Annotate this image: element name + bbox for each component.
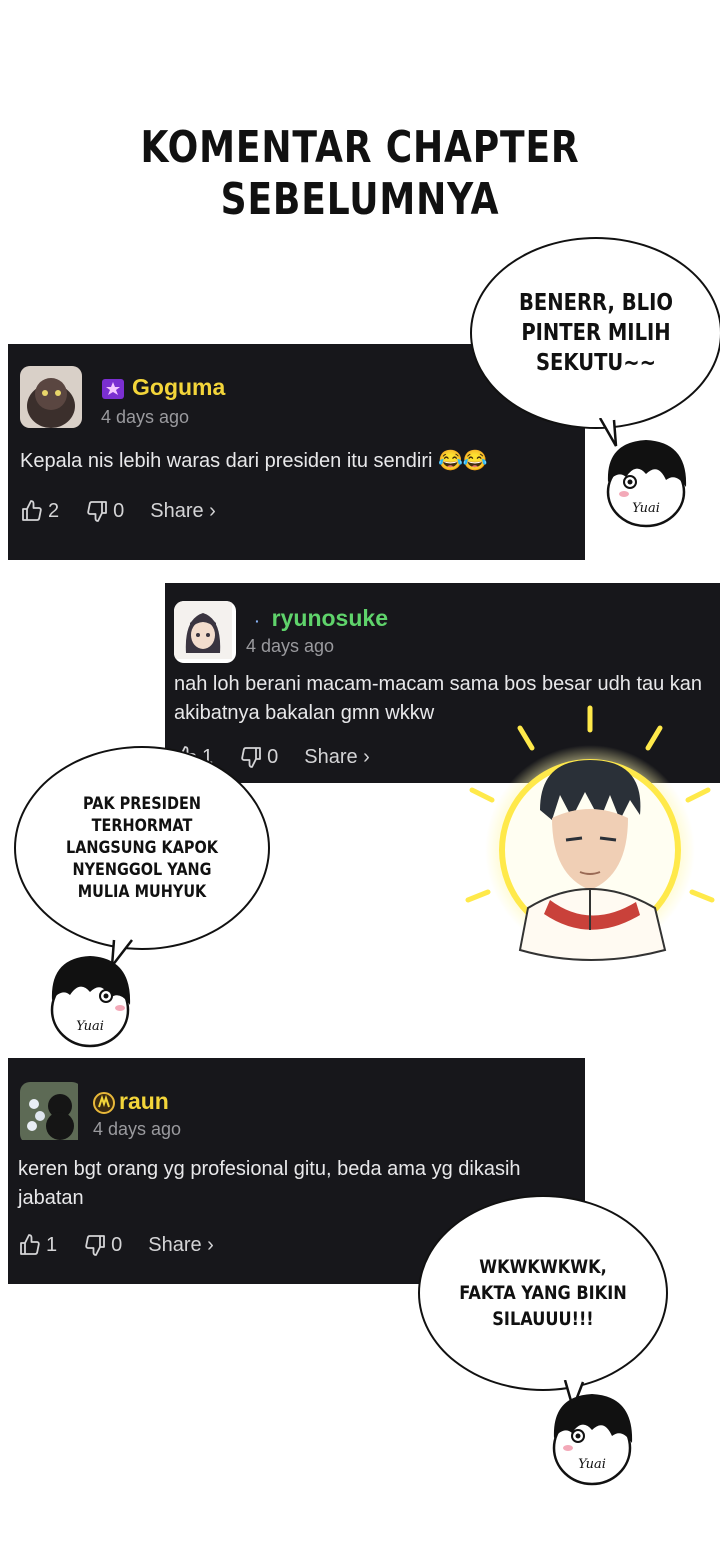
avatar-image [20, 366, 82, 428]
like-button[interactable]: 1 [18, 1233, 57, 1257]
like-count: 1 [46, 1233, 58, 1256]
user-badge-icon [102, 378, 124, 399]
comment-text: Kepala nis lebih waras dari presiden itu… [20, 450, 488, 472]
user-badge-icon [93, 1091, 115, 1114]
share-button[interactable]: Share › [148, 1234, 214, 1257]
dislike-count: 0 [267, 745, 279, 768]
username-text: raun [119, 1088, 169, 1114]
share-button[interactable]: Share › [304, 746, 370, 769]
bubble-text: WKWKWKWK, FAKTA YANG BIKIN SILAUUU!!! [459, 1256, 627, 1330]
avatar[interactable] [174, 601, 236, 663]
thumbs-down-icon [241, 747, 262, 768]
avatar-image [20, 1082, 78, 1140]
bubble-text: BENERR, BLIO PINTER MILIH SEKUTU~~ [519, 290, 673, 376]
dot-icon: · [255, 613, 260, 629]
username[interactable]: · ryunosuke [255, 605, 388, 632]
mascot-2: Yuai [50, 956, 131, 1048]
title-line-1: KOMENTAR CHAPTER [140, 122, 580, 173]
title-line-2: SEBELUMNYA [220, 174, 500, 225]
thumbs-down-icon [87, 501, 108, 522]
username-text: Goguma [132, 374, 226, 400]
speech-bubble-1: BENERR, BLIO PINTER MILIH SEKUTU~~ [470, 237, 720, 429]
mascot-label: Yuai [632, 501, 660, 516]
avatar[interactable] [20, 366, 82, 428]
username[interactable]: raun [92, 1088, 169, 1115]
timestamp: 4 days ago [93, 1119, 182, 1139]
username[interactable]: Goguma [100, 374, 225, 401]
like-count: 2 [48, 499, 60, 522]
dislike-button[interactable]: 0 [239, 745, 278, 769]
glowing-character-illustration [465, 705, 715, 961]
speech-bubble-3: WKWKWKWK, FAKTA YANG BIKIN SILAUUU!!! [418, 1195, 668, 1391]
comment-actions: 1 0 Share › [18, 1233, 240, 1257]
mascot-label: Yuai [578, 1457, 606, 1472]
bubble-text: PAK PRESIDEN TERHORMAT LANGSUNG KAPOK NY… [66, 794, 218, 902]
thumbs-up-icon [22, 500, 42, 521]
speech-bubble-2: PAK PRESIDEN TERHORMAT LANGSUNG KAPOK NY… [14, 746, 270, 950]
thumbs-down-icon [85, 1235, 106, 1256]
comment-actions: 2 0 Share › [20, 499, 242, 523]
timestamp: 4 days ago [246, 636, 335, 656]
share-button[interactable]: Share › [150, 500, 216, 523]
mascot-1: Yuai [606, 440, 687, 528]
avatar-image [174, 601, 232, 659]
dislike-button[interactable]: 0 [85, 499, 124, 523]
avatar[interactable] [20, 1082, 82, 1144]
thumbs-up-icon [20, 1234, 40, 1255]
username-text: ryunosuke [271, 605, 388, 631]
dislike-count: 0 [113, 499, 125, 522]
like-button[interactable]: 2 [20, 499, 59, 523]
dislike-count: 0 [111, 1233, 123, 1256]
dislike-button[interactable]: 0 [83, 1233, 122, 1257]
page-title: KOMENTAR CHAPTER SEBELUMNYA [65, 122, 655, 226]
timestamp: 4 days ago [101, 407, 190, 427]
mascot-3: Yuai [552, 1394, 633, 1486]
mascot-label: Yuai [76, 1019, 104, 1034]
